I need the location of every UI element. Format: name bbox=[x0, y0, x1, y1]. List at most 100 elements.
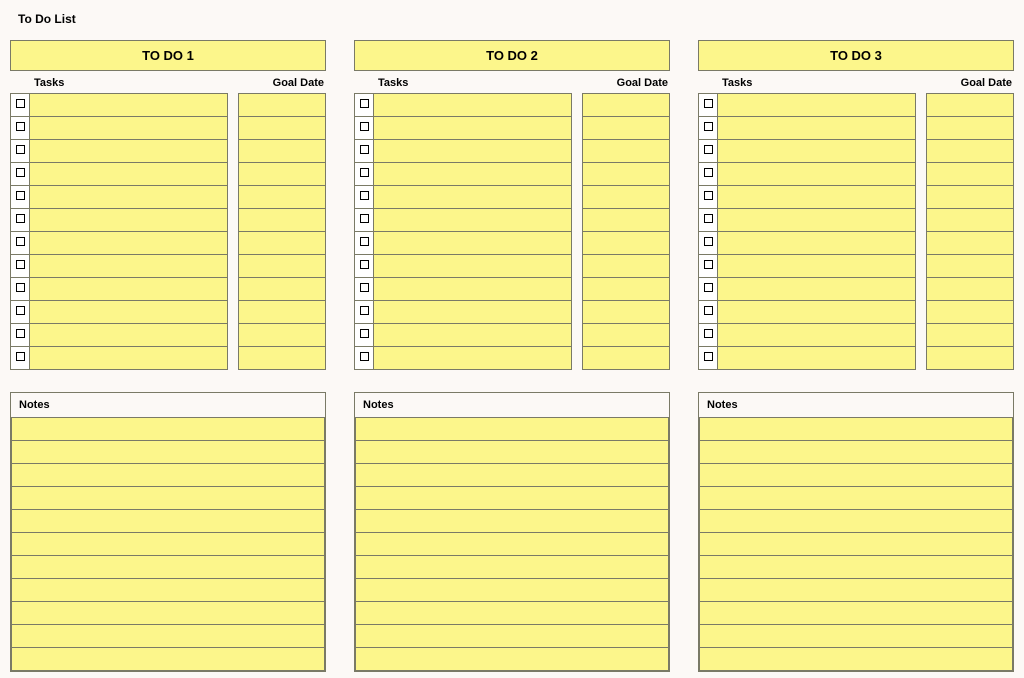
goal-date-cell[interactable] bbox=[239, 347, 326, 370]
task-cell[interactable] bbox=[718, 209, 916, 232]
task-checkbox[interactable] bbox=[11, 140, 30, 163]
goal-date-cell[interactable] bbox=[927, 140, 1014, 163]
task-cell[interactable] bbox=[30, 140, 228, 163]
task-checkbox[interactable] bbox=[11, 255, 30, 278]
task-cell[interactable] bbox=[718, 301, 916, 324]
goal-date-cell[interactable] bbox=[583, 232, 670, 255]
notes-line[interactable] bbox=[12, 602, 325, 625]
goal-date-cell[interactable] bbox=[583, 278, 670, 301]
task-checkbox[interactable] bbox=[11, 163, 30, 186]
task-cell[interactable] bbox=[374, 94, 572, 117]
notes-line[interactable] bbox=[356, 602, 669, 625]
goal-date-cell[interactable] bbox=[927, 278, 1014, 301]
task-cell[interactable] bbox=[374, 324, 572, 347]
notes-line[interactable] bbox=[12, 579, 325, 602]
goal-date-cell[interactable] bbox=[927, 209, 1014, 232]
notes-line[interactable] bbox=[700, 418, 1013, 441]
notes-line[interactable] bbox=[12, 510, 325, 533]
goal-date-cell[interactable] bbox=[239, 140, 326, 163]
task-checkbox[interactable] bbox=[355, 324, 374, 347]
notes-line[interactable] bbox=[356, 510, 669, 533]
task-checkbox[interactable] bbox=[699, 347, 718, 370]
task-checkbox[interactable] bbox=[355, 209, 374, 232]
task-cell[interactable] bbox=[374, 117, 572, 140]
notes-line[interactable] bbox=[700, 510, 1013, 533]
notes-line[interactable] bbox=[12, 533, 325, 556]
goal-date-cell[interactable] bbox=[239, 301, 326, 324]
task-cell[interactable] bbox=[374, 186, 572, 209]
task-checkbox[interactable] bbox=[355, 255, 374, 278]
goal-date-cell[interactable] bbox=[583, 163, 670, 186]
task-cell[interactable] bbox=[374, 278, 572, 301]
task-cell[interactable] bbox=[30, 278, 228, 301]
notes-line[interactable] bbox=[700, 648, 1013, 671]
task-checkbox[interactable] bbox=[699, 94, 718, 117]
task-checkbox[interactable] bbox=[11, 301, 30, 324]
task-cell[interactable] bbox=[718, 186, 916, 209]
task-cell[interactable] bbox=[718, 347, 916, 370]
notes-line[interactable] bbox=[700, 602, 1013, 625]
task-checkbox[interactable] bbox=[11, 94, 30, 117]
goal-date-cell[interactable] bbox=[927, 186, 1014, 209]
task-cell[interactable] bbox=[30, 186, 228, 209]
goal-date-cell[interactable] bbox=[239, 209, 326, 232]
task-checkbox[interactable] bbox=[355, 232, 374, 255]
task-cell[interactable] bbox=[374, 163, 572, 186]
goal-date-cell[interactable] bbox=[583, 255, 670, 278]
task-checkbox[interactable] bbox=[699, 301, 718, 324]
goal-date-cell[interactable] bbox=[927, 117, 1014, 140]
goal-date-cell[interactable] bbox=[583, 140, 670, 163]
task-cell[interactable] bbox=[30, 301, 228, 324]
task-cell[interactable] bbox=[374, 301, 572, 324]
task-cell[interactable] bbox=[30, 117, 228, 140]
goal-date-cell[interactable] bbox=[239, 117, 326, 140]
task-checkbox[interactable] bbox=[699, 163, 718, 186]
goal-date-cell[interactable] bbox=[583, 324, 670, 347]
notes-line[interactable] bbox=[700, 441, 1013, 464]
task-cell[interactable] bbox=[30, 163, 228, 186]
task-checkbox[interactable] bbox=[699, 186, 718, 209]
task-checkbox[interactable] bbox=[699, 255, 718, 278]
goal-date-cell[interactable] bbox=[239, 232, 326, 255]
task-checkbox[interactable] bbox=[355, 140, 374, 163]
goal-date-cell[interactable] bbox=[583, 301, 670, 324]
task-cell[interactable] bbox=[30, 94, 228, 117]
notes-line[interactable] bbox=[12, 418, 325, 441]
task-cell[interactable] bbox=[30, 255, 228, 278]
task-checkbox[interactable] bbox=[355, 301, 374, 324]
notes-line[interactable] bbox=[356, 418, 669, 441]
task-checkbox[interactable] bbox=[355, 117, 374, 140]
notes-line[interactable] bbox=[12, 556, 325, 579]
task-cell[interactable] bbox=[30, 209, 228, 232]
task-checkbox[interactable] bbox=[699, 117, 718, 140]
task-cell[interactable] bbox=[718, 278, 916, 301]
goal-date-cell[interactable] bbox=[239, 255, 326, 278]
task-cell[interactable] bbox=[374, 347, 572, 370]
goal-date-cell[interactable] bbox=[583, 347, 670, 370]
task-checkbox[interactable] bbox=[699, 232, 718, 255]
task-cell[interactable] bbox=[718, 232, 916, 255]
notes-line[interactable] bbox=[700, 487, 1013, 510]
task-cell[interactable] bbox=[374, 140, 572, 163]
notes-line[interactable] bbox=[356, 464, 669, 487]
notes-line[interactable] bbox=[700, 533, 1013, 556]
task-cell[interactable] bbox=[718, 117, 916, 140]
task-checkbox[interactable] bbox=[11, 117, 30, 140]
task-checkbox[interactable] bbox=[355, 94, 374, 117]
task-cell[interactable] bbox=[718, 255, 916, 278]
goal-date-cell[interactable] bbox=[239, 324, 326, 347]
task-checkbox[interactable] bbox=[355, 163, 374, 186]
task-cell[interactable] bbox=[374, 232, 572, 255]
notes-line[interactable] bbox=[356, 648, 669, 671]
goal-date-cell[interactable] bbox=[927, 255, 1014, 278]
task-checkbox[interactable] bbox=[355, 186, 374, 209]
task-checkbox[interactable] bbox=[11, 186, 30, 209]
task-checkbox[interactable] bbox=[699, 324, 718, 347]
goal-date-cell[interactable] bbox=[583, 94, 670, 117]
notes-line[interactable] bbox=[700, 556, 1013, 579]
goal-date-cell[interactable] bbox=[927, 163, 1014, 186]
notes-line[interactable] bbox=[12, 441, 325, 464]
goal-date-cell[interactable] bbox=[927, 301, 1014, 324]
task-cell[interactable] bbox=[718, 163, 916, 186]
notes-line[interactable] bbox=[700, 464, 1013, 487]
